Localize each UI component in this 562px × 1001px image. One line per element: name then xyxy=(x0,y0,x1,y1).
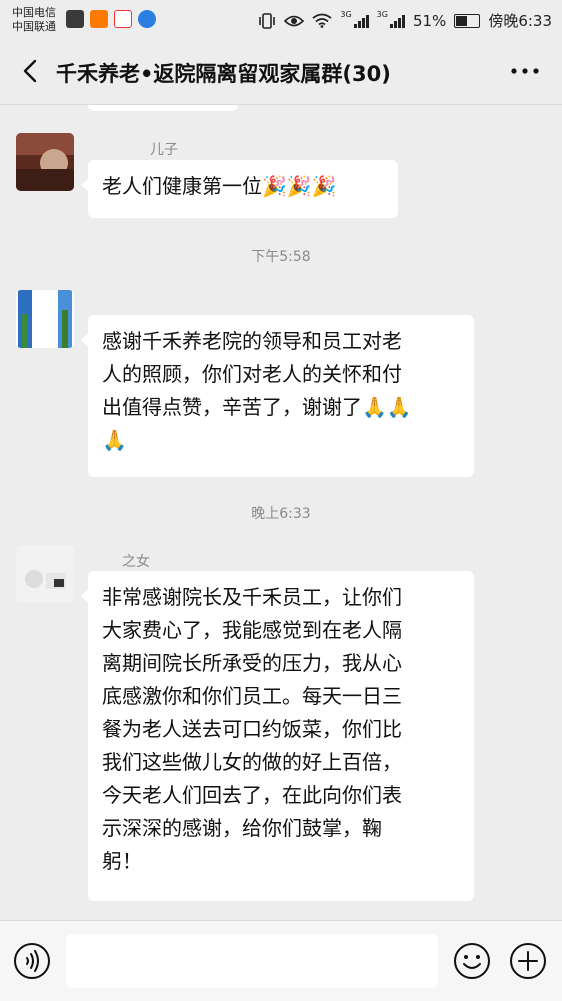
eye-icon xyxy=(284,15,305,26)
message-line: 出值得点赞，辛苦了，谢谢了 xyxy=(102,395,362,419)
message-line: 人的照顾，你们对老人的关怀和付 xyxy=(102,362,402,386)
signal-strength-icon xyxy=(389,14,405,28)
status-right: 3G 3G 51% 傍晚6:33 xyxy=(258,10,552,31)
clock: 傍晚6:33 xyxy=(488,12,552,30)
message-bubble[interactable]: 非常感谢院长及千禾员工，让你们 大家费心了，我能感觉到在老人隔 离期间院长所承受… xyxy=(81,571,474,901)
avatar[interactable] xyxy=(16,545,74,603)
voice-input-icon[interactable] xyxy=(12,941,52,981)
app-notification-icon xyxy=(90,10,108,28)
network-type-1: 3G xyxy=(340,10,352,19)
emoji-icon[interactable] xyxy=(452,941,492,981)
battery-percent: 51% xyxy=(412,11,447,30)
avatar[interactable] xyxy=(16,290,74,348)
app-notification-icon xyxy=(114,10,132,28)
wifi-icon xyxy=(312,13,332,28)
carrier-info: 中国电信 中国联通 xyxy=(12,6,56,34)
input-bar xyxy=(0,920,562,1001)
timestamp: 晚上6:33 xyxy=(251,506,311,522)
praying-hands-emoji: 🙏🙏 xyxy=(362,395,412,419)
plus-icon[interactable] xyxy=(508,941,548,981)
message-line: 离期间院长所承受的压力，我从心 xyxy=(102,651,402,675)
carrier-2: 中国联通 xyxy=(12,20,56,33)
status-app-icons xyxy=(66,10,156,28)
status-bar: 中国电信 中国联通 3G 3G 51% 傍晚6:33 xyxy=(0,0,562,40)
message-line: 感谢千禾养老院的领导和员工对老 xyxy=(102,329,402,353)
more-dots-icon[interactable] xyxy=(508,58,542,84)
praying-hands-emoji: 🙏 xyxy=(102,428,127,452)
message-line: 非常感谢院长及千禾员工，让你们 xyxy=(102,585,402,609)
message-line: 我们这些做儿女的做的好上百倍， xyxy=(102,750,402,774)
sender-name: 儿子 xyxy=(150,142,178,158)
chat-title: 千禾养老•返院隔离留观家属群(30) xyxy=(56,62,391,86)
carrier-1: 中国电信 xyxy=(12,6,56,19)
avatar[interactable] xyxy=(16,133,74,191)
message-input[interactable] xyxy=(66,934,438,988)
message-text: 老人们健康第一位 xyxy=(102,174,262,198)
app-notification-icon xyxy=(138,10,156,28)
sender-name: 之女 xyxy=(122,554,150,570)
chat-header: 千禾养老•返院隔离留观家属群(30) xyxy=(0,40,562,105)
message-line: 今天老人们回去了，在此向你们表 xyxy=(102,783,402,807)
vibrate-icon xyxy=(259,12,276,29)
message-line: 餐为老人送去可口约饭菜，你们比 xyxy=(102,717,402,741)
message-line: 底感激你和你们员工。每天一日三 xyxy=(102,684,402,708)
signal-strength-icon xyxy=(353,14,369,28)
app-notification-icon xyxy=(66,10,84,28)
timestamp: 下午5:58 xyxy=(251,249,311,265)
message-line: 大家费心了，我能感觉到在老人隔 xyxy=(102,618,402,642)
message-bubble[interactable]: 感谢千禾养老院的领导和员工对老 人的照顾，你们对老人的关怀和付 出值得点赞，辛苦… xyxy=(81,315,474,477)
battery-icon xyxy=(454,13,481,28)
network-type-2: 3G xyxy=(376,10,388,19)
back-arrow-icon[interactable] xyxy=(16,56,46,86)
previous-message-bubble[interactable] xyxy=(88,105,238,111)
message-line: 示深深的感谢，给你们鼓掌，鞠 xyxy=(102,816,382,840)
message-bubble[interactable]: 老人们健康第一位🎉🎉🎉 xyxy=(81,160,398,218)
party-popper-emoji: 🎉🎉🎉 xyxy=(262,174,337,198)
message-line: 躬！ xyxy=(102,849,142,873)
chat-message-list[interactable]: 儿子 老人们健康第一位🎉🎉🎉 下午5:58 感谢千禾养老院的领导和员工对老 人的… xyxy=(0,105,562,920)
